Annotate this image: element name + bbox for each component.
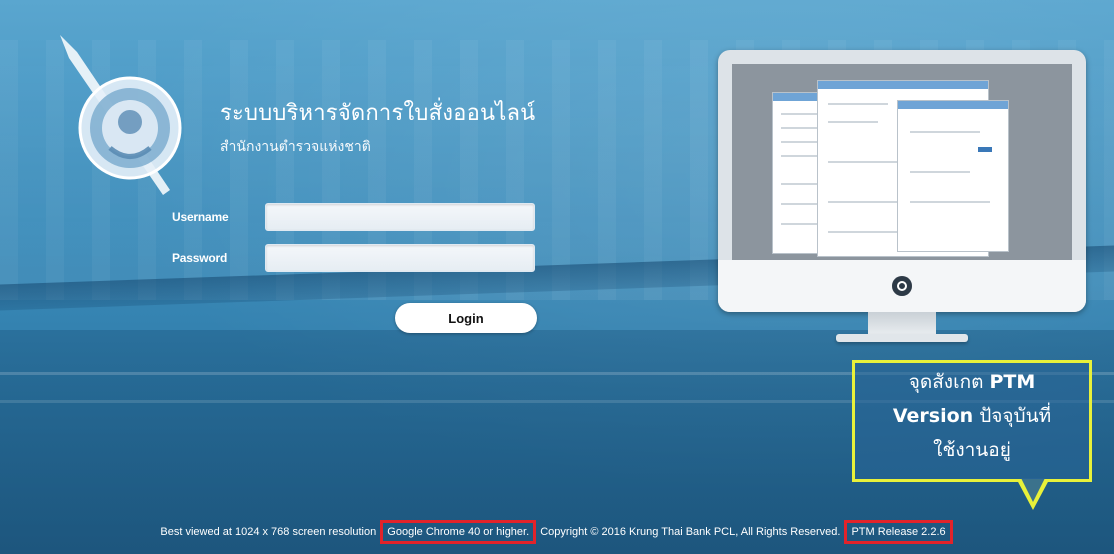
username-label: Username — [172, 210, 229, 224]
police-seal-logo — [60, 35, 182, 195]
monitor-base — [836, 334, 968, 342]
password-input[interactable] — [265, 244, 535, 272]
callout-pointer-fill — [1021, 478, 1045, 502]
monitor-screen — [732, 64, 1072, 260]
callout-line1-bold: PTM — [989, 371, 1036, 393]
callout-line2-bold: Version — [892, 405, 974, 427]
callout-line2-suffix: ปัจจุบันที่ — [979, 405, 1052, 427]
callout-line3: ใช้งานอยู่ — [933, 439, 1011, 461]
login-button[interactable]: Login — [395, 303, 537, 333]
monitor-power-icon — [892, 276, 912, 296]
username-input[interactable] — [265, 203, 535, 231]
monitor-illustration — [718, 50, 1086, 380]
monitor-stand — [868, 312, 936, 334]
app-title: ระบบบริหารจัดการใบสั่งออนไลน์ — [220, 101, 536, 126]
footer-browser-highlight: Google Chrome 40 or higher. — [380, 520, 537, 544]
callout-line1-prefix: จุดสังเกต — [908, 371, 984, 393]
version-callout: จุดสังเกต PTM Version ปัจจุบันที่ ใช้งาน… — [852, 360, 1092, 482]
footer-best-viewed: Best viewed at 1024 x 768 screen resolut… — [160, 526, 377, 538]
app-subtitle: สำนักงานตำรวจแห่งชาติ — [220, 139, 371, 155]
footer-release: PTM Release 2.2.6 — [851, 526, 946, 538]
password-label: Password — [172, 251, 228, 265]
title-block: ระบบบริหารจัดการใบสั่งออนไลน์ สำนักงานตำ… — [220, 95, 535, 158]
footer-release-highlight: PTM Release 2.2.6 — [844, 520, 953, 544]
footer-copyright: Copyright © 2016 Krung Thai Bank PCL, Al… — [540, 526, 841, 538]
footer-browser: Google Chrome 40 or higher. — [387, 526, 530, 538]
screen-window-front — [897, 100, 1009, 252]
footer: Best viewed at 1024 x 768 screen resolut… — [0, 520, 1114, 544]
